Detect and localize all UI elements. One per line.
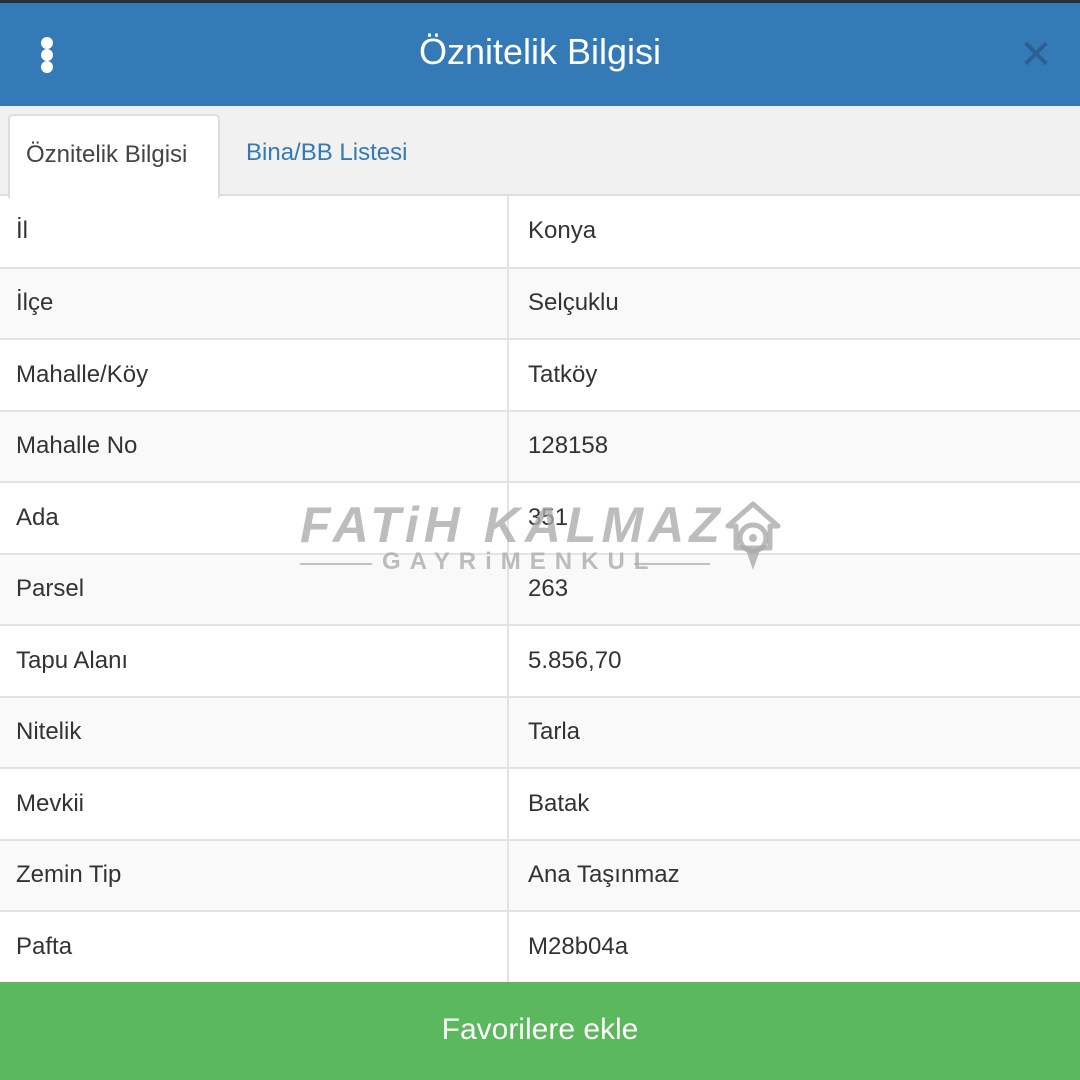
attribute-key: İlçe [0,267,509,340]
attribute-value: M28b04a [508,911,1080,984]
close-button[interactable]: ✕ [1018,33,1054,77]
attribute-value: 5.856,70 [508,625,1080,698]
table-row: Mahalle/Köy Tatköy [0,339,1080,412]
attribute-table: İl Konya İlçe Selçuklu Mahalle/Köy Tatkö… [0,196,1080,984]
attribute-value: 128158 [508,410,1080,483]
attribute-value: Konya [508,196,1080,269]
table-row: Ada 351 [0,482,1080,555]
table-row: İlçe Selçuklu [0,267,1080,340]
attribute-key: Zemin Tip [0,839,509,912]
attribute-value: 263 [508,553,1080,626]
table-row: Parsel 263 [0,553,1080,626]
close-icon: ✕ [1019,33,1053,77]
attribute-key: Mevkii [0,768,509,841]
attribute-value: Tarla [508,696,1080,769]
table-row: İl Konya [0,196,1080,269]
table-row: Nitelik Tarla [0,696,1080,769]
table-row: Zemin Tip Ana Taşınmaz [0,839,1080,912]
table-row: Mevkii Batak [0,768,1080,841]
attribute-value: Ana Taşınmaz [508,839,1080,912]
attribute-key: Pafta [0,911,509,984]
attribute-value: Tatköy [508,339,1080,412]
attribute-value: Selçuklu [508,267,1080,340]
table-row: Mahalle No 128158 [0,410,1080,483]
add-to-favorites-button[interactable]: Favorilere ekle [0,982,1080,1080]
attribute-key: Tapu Alanı [0,625,509,698]
table-row: Pafta M28b04a [0,911,1080,984]
tab-bina-bb-listesi[interactable]: Bina/BB Listesi [228,114,425,198]
dialog-title: Öznitelik Bilgisi [418,31,662,72]
attribute-value: 351 [508,482,1080,555]
attribute-key: Ada [0,482,509,555]
attribute-key: İl [0,196,509,269]
tab-bar: Öznitelik Bilgisi Bina/BB Listesi [0,106,1080,198]
attribute-value: Batak [508,768,1080,841]
attribute-key: Parsel [0,553,509,626]
attribute-key: Mahalle No [0,410,509,483]
dialog-header: Öznitelik Bilgisi ✕ [0,3,1080,106]
tab-oznitelik-bilgisi[interactable]: Öznitelik Bilgisi [8,114,220,198]
attribute-key: Mahalle/Köy [0,339,509,412]
table-row: Tapu Alanı 5.856,70 [0,625,1080,698]
attribute-key: Nitelik [0,696,509,769]
